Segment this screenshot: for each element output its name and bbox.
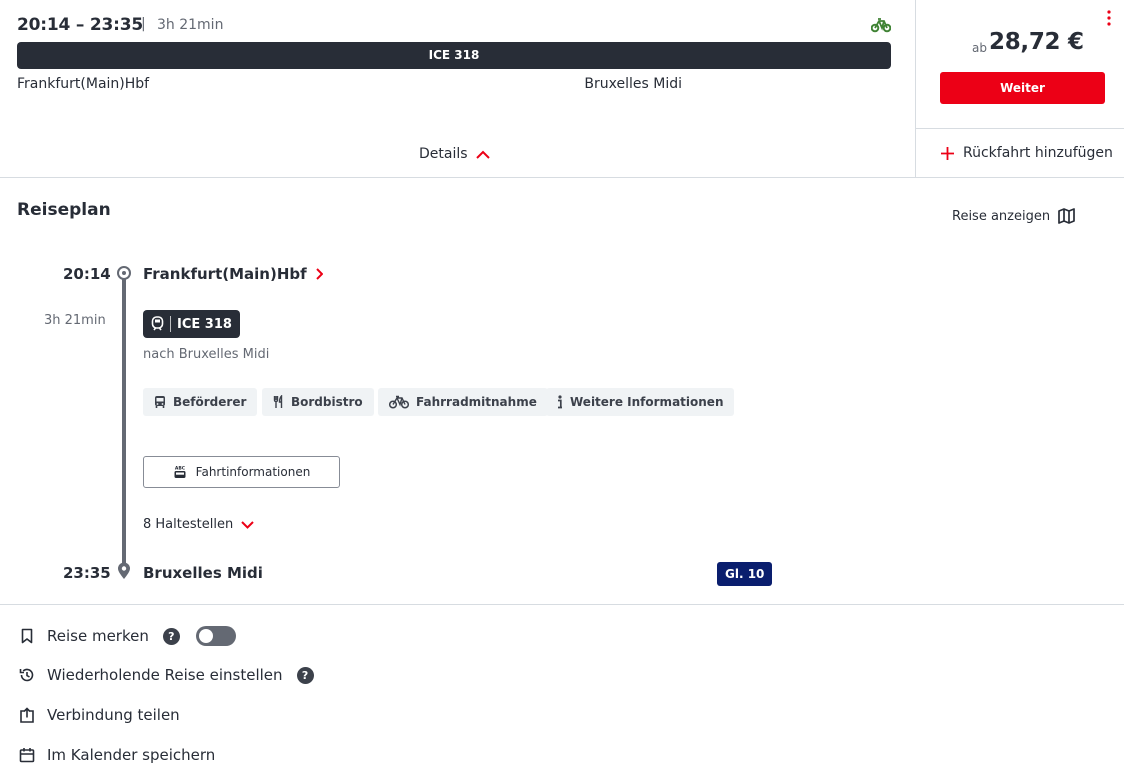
save-trip-label: Reise merken [47,627,149,645]
plus-icon [941,146,954,160]
chevron-right-icon [315,268,323,280]
details-toggle[interactable]: Details [419,146,490,162]
save-calendar-button[interactable]: Im Kalender speichern [19,746,215,764]
platform-badge: Gl. 10 [717,562,773,586]
chevron-down-icon [241,520,254,529]
section-title: Reiseplan [17,200,111,220]
arrival-pin-icon [118,562,130,579]
arrival-station: Bruxelles Midi [143,564,263,582]
share-connection-label: Verbindung teilen [47,706,180,724]
map-icon [1058,208,1075,224]
price-value: 28,72 € [989,29,1084,55]
chip-more-info[interactable]: Weitere Informationen [546,388,735,416]
train-label: ICE 318 [177,316,232,332]
bookmark-icon [21,628,33,644]
cutlery-icon [273,395,283,408]
separator: | [141,16,146,32]
connection-card: 20:14 – 23:35 | 3h 21min ICE 318 Frankfu… [0,0,915,178]
train-icon [151,316,164,331]
price-prefix: ab [972,41,987,55]
share-icon [20,707,34,723]
continue-button[interactable]: Weiter [940,72,1105,104]
chip-label: Weitere Informationen [570,395,724,409]
stops-label: 8 Haltestellen [143,517,234,532]
departure-station-link[interactable]: Frankfurt(Main)Hbf [143,265,323,283]
trip-info-label: Fahrtinformationen [195,465,311,479]
chip-label: Fahrradmitnahme [416,395,537,409]
badge-divider [170,316,171,332]
connection-times: 20:14 – 23:35 [17,15,143,35]
save-calendar-label: Im Kalender speichern [47,746,216,764]
info-icon [558,395,562,409]
chip-label: Beförderer [173,395,247,409]
help-icon[interactable]: ? [296,666,314,684]
share-connection-button[interactable]: Verbindung teilen [19,706,180,724]
history-icon [19,668,34,682]
chip-label: Bordbistro [291,395,363,409]
more-options-icon[interactable] [1105,10,1113,26]
bus-icon [155,396,165,408]
svg-text:ABC: ABC [175,466,186,472]
leg-duration: 3h 21min [44,313,106,328]
show-trip-label: Reise anzeigen [952,208,1051,224]
divider [0,604,1124,605]
save-trip-row: Reise merken ? [19,626,236,646]
departure-station: Frankfurt(Main)Hbf [143,265,307,283]
chip-bicycle[interactable]: Fahrradmitnahme [378,388,548,416]
stops-toggle[interactable]: 8 Haltestellen [143,517,254,532]
departure-time: 20:14 [63,265,111,283]
chevron-up-icon [475,150,490,159]
connection-duration: 3h 21min [157,17,224,33]
bicycle-icon [871,18,891,33]
trip-info-button[interactable]: ABC Fahrtinformationen [143,456,340,488]
trip-info-icon: ABC [174,466,186,478]
calendar-icon [19,748,35,763]
chip-bistro[interactable]: Bordbistro [262,388,374,416]
destination-station: Bruxelles Midi [584,76,682,92]
save-trip-toggle[interactable] [195,626,236,646]
timeline-line [122,276,126,569]
arrival-time: 23:35 [63,564,111,582]
recurring-trip-label: Wiederholende Reise einstellen [47,666,283,684]
train-badge[interactable]: ICE 318 [143,310,240,338]
add-return-label: Rückfahrt hinzufügen [963,145,1113,161]
origin-station: Frankfurt(Main)Hbf [17,76,150,92]
details-label: Details [419,146,468,162]
train-direction: nach Bruxelles Midi [143,347,270,362]
bicycle-icon [389,395,409,409]
train-bar: ICE 318 [17,42,891,69]
chip-operator[interactable]: Beförderer [143,388,258,416]
help-icon[interactable]: ? [162,627,180,645]
add-return-button[interactable]: Rückfahrt hinzufügen [940,145,1113,161]
departure-dot-icon [117,266,131,280]
divider [916,128,1124,129]
recurring-trip-button[interactable]: Wiederholende Reise einstellen ? [19,666,314,684]
show-trip-button[interactable]: Reise anzeigen [952,208,1075,224]
